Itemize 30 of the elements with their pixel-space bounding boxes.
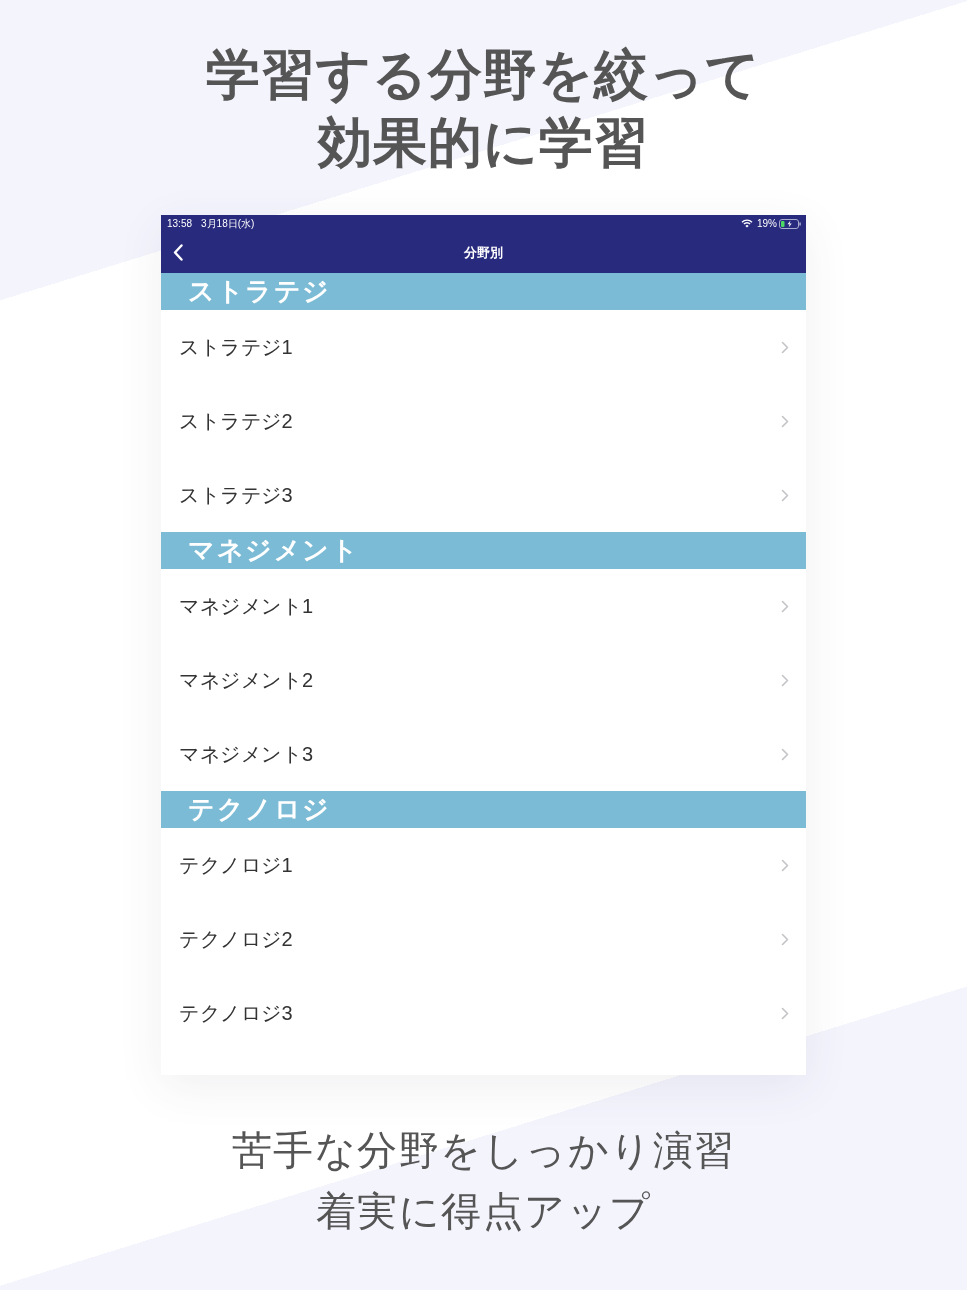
chevron-right-icon bbox=[781, 488, 789, 502]
chevron-right-icon bbox=[781, 858, 789, 872]
category-row[interactable]: ストラテジ2 bbox=[161, 384, 806, 458]
wifi-icon bbox=[741, 219, 753, 228]
status-time: 13:58 bbox=[167, 218, 193, 229]
category-row[interactable]: ストラテジ3 bbox=[161, 458, 806, 532]
chevron-right-icon bbox=[781, 340, 789, 354]
back-button[interactable] bbox=[171, 241, 185, 264]
section-header: ストラテジ bbox=[161, 273, 806, 310]
category-row[interactable]: テクノロジ3 bbox=[161, 976, 806, 1050]
chevron-right-icon bbox=[781, 932, 789, 946]
back-chevron-icon bbox=[173, 244, 183, 261]
status-date: 3月18日(水) bbox=[201, 216, 255, 231]
chevron-right-icon bbox=[781, 747, 789, 761]
category-row[interactable]: テクノロジ2 bbox=[161, 902, 806, 976]
chevron-right-icon bbox=[781, 1006, 789, 1020]
section-header: テクノロジ bbox=[161, 791, 806, 828]
section-header: マネジメント bbox=[161, 532, 806, 569]
category-row[interactable]: マネジメント3 bbox=[161, 717, 806, 791]
tagline: 苦手な分野をしっかり演習 着実に得点アップ bbox=[231, 1127, 736, 1235]
battery-percent: 19% bbox=[757, 218, 777, 229]
category-row[interactable]: マネジメント2 bbox=[161, 643, 806, 717]
chevron-right-icon bbox=[781, 599, 789, 613]
chevron-right-icon bbox=[781, 673, 789, 687]
category-row[interactable]: テクノロジ1 bbox=[161, 828, 806, 902]
nav-title: 分野別 bbox=[463, 243, 504, 262]
chevron-right-icon bbox=[781, 414, 789, 428]
category-row[interactable]: マネジメント1 bbox=[161, 569, 806, 643]
headline: 学習する分野を絞って 効果的に学習 bbox=[206, 43, 761, 174]
category-row[interactable]: ストラテジ1 bbox=[161, 310, 806, 384]
